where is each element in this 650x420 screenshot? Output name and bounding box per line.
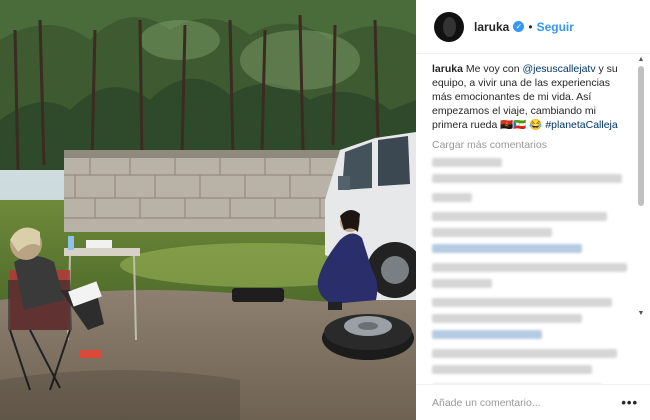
blurred-comment — [432, 193, 472, 202]
blurred-comment — [432, 244, 582, 253]
blurred-comment — [432, 263, 627, 272]
comment-bar: ••• — [416, 384, 650, 420]
post-photo[interactable] — [0, 0, 416, 420]
blurred-comment — [432, 228, 552, 237]
username-link[interactable]: laruka — [474, 20, 509, 34]
more-options-icon[interactable]: ••• — [621, 395, 638, 410]
header-separator: • — [528, 19, 533, 34]
instagram-post-modal: laruka ✓ • Seguir laruka Me voy con @jes… — [0, 0, 650, 420]
scroll-thumb[interactable] — [638, 66, 644, 206]
blurred-comment — [432, 298, 612, 307]
blurred-comment — [432, 314, 582, 323]
comments-section[interactable]: laruka Me voy con @jesuscallejatv y su e… — [416, 54, 650, 384]
post-header: laruka ✓ • Seguir — [416, 0, 650, 54]
follow-button[interactable]: Seguir — [537, 20, 574, 34]
caption-mention-link[interactable]: @jesuscallejatv — [522, 63, 595, 75]
blurred-comment — [432, 349, 617, 358]
post-caption: laruka Me voy con @jesuscallejatv y su e… — [432, 62, 632, 132]
caption-username[interactable]: laruka — [432, 63, 463, 75]
comment-input[interactable] — [432, 396, 622, 409]
caption-text-before: Me voy con — [462, 63, 523, 75]
blurred-comment — [432, 174, 622, 183]
verified-badge-icon: ✓ — [513, 21, 525, 32]
caption-hashtag-link[interactable]: #planetaCalleja — [545, 119, 617, 131]
blurred-comment — [432, 212, 607, 221]
blurred-comment — [432, 365, 592, 374]
scroll-up-arrow-icon[interactable]: ▲ — [637, 56, 645, 64]
avatar[interactable] — [434, 11, 464, 42]
blurred-comment — [432, 158, 502, 167]
load-more-comments-button[interactable]: Cargar más comentarios — [432, 139, 640, 151]
blurred-comment — [432, 279, 492, 288]
blurred-comment — [432, 330, 542, 339]
post-side-panel: laruka ✓ • Seguir laruka Me voy con @jes… — [416, 0, 650, 420]
scroll-down-arrow-icon[interactable]: ▼ — [637, 310, 645, 318]
comments-scrollbar[interactable]: ▲ ▼ — [637, 56, 645, 318]
